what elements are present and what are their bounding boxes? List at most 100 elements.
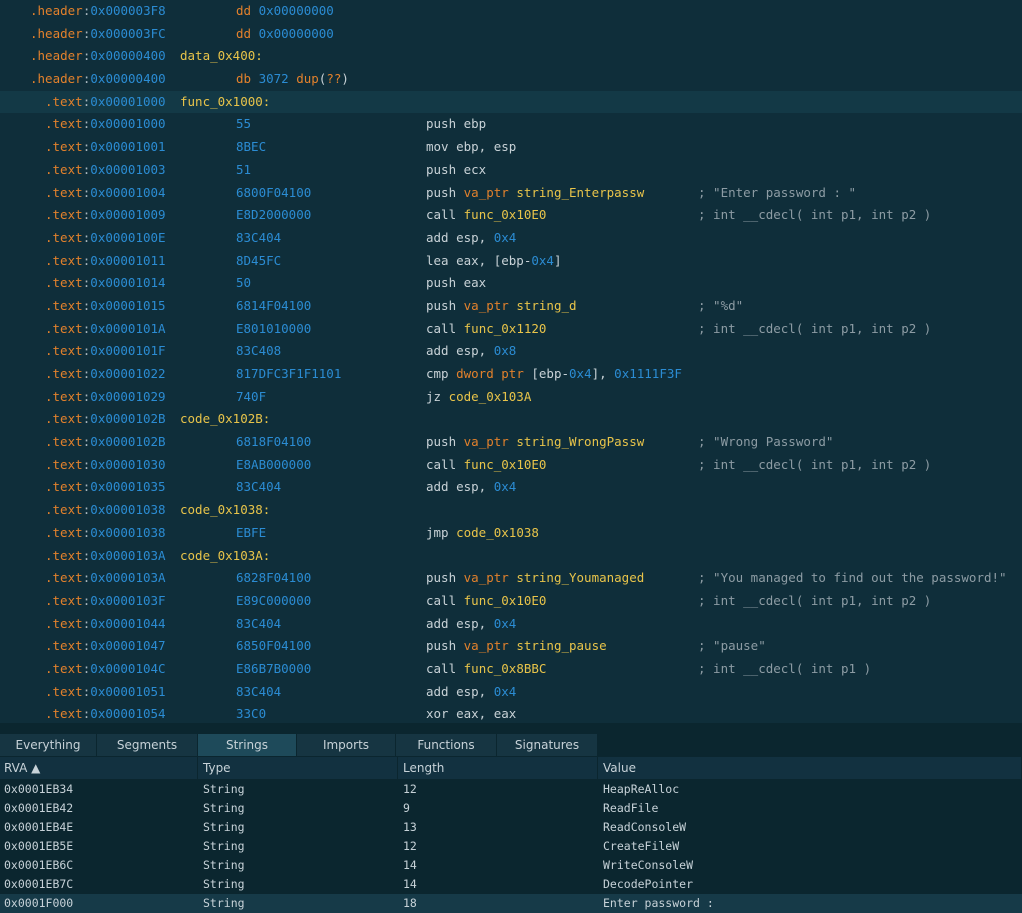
instruction[interactable]: push ecx	[426, 159, 486, 182]
address[interactable]: 0x00001011	[90, 250, 165, 273]
instruction[interactable]: dd 0x00000000	[236, 23, 334, 46]
table-row[interactable]: 0x0001EB7C String 14 DecodePointer	[0, 875, 1022, 894]
column-rva[interactable]: RVA ▲	[0, 757, 198, 779]
disasm-line[interactable]: .text:0x00001014 50 push eax	[0, 272, 1022, 295]
disasm-line[interactable]: .text:0x00001000 55 push ebp	[0, 113, 1022, 136]
disasm-line[interactable]: .header:0x000003F8 dd 0x00000000	[0, 0, 1022, 23]
tab-imports[interactable]: Imports	[297, 734, 396, 756]
instruction[interactable]: push ebp	[426, 113, 486, 136]
address[interactable]: 0x00001003	[90, 159, 165, 182]
address[interactable]: 0x0000103A	[90, 545, 165, 568]
code-label[interactable]: func_0x1000:	[180, 91, 270, 114]
address[interactable]: 0x0000100E	[90, 227, 165, 250]
instruction[interactable]: mov ebp, esp	[426, 136, 516, 159]
instruction[interactable]: push va_ptr string_WrongPassw	[426, 431, 644, 454]
table-row[interactable]: 0x0001EB6C String 14 WriteConsoleW	[0, 856, 1022, 875]
address[interactable]: 0x000003F8	[90, 0, 165, 23]
disasm-line[interactable]: .text:0x0000102B code_0x102B:	[0, 408, 1022, 431]
instruction[interactable]: call func_0x10E0	[426, 454, 546, 477]
disasm-line[interactable]: .text:0x00001038 code_0x1038:	[0, 499, 1022, 522]
disasm-line[interactable]: .text:0x0000104C E86B7B0000 call func_0x8B…	[0, 658, 1022, 681]
column-length[interactable]: Length	[399, 757, 598, 779]
instruction[interactable]: call func_0x10E0	[426, 204, 546, 227]
address[interactable]: 0x0000102B	[90, 408, 165, 431]
address[interactable]: 0x0000104C	[90, 658, 165, 681]
instruction[interactable]: cmp dword ptr [ebp-0x4], 0x1111F3F	[426, 363, 682, 386]
address[interactable]: 0x000003FC	[90, 23, 165, 46]
disasm-line[interactable]: .text:0x0000103F E89C000000 call func_0x10…	[0, 590, 1022, 613]
disasm-line[interactable]: .header:0x000003FC dd 0x00000000	[0, 23, 1022, 46]
disasm-line[interactable]: .text:0x00001035 83C404 add esp, 0x4	[0, 476, 1022, 499]
address[interactable]: 0x00001051	[90, 681, 165, 704]
disasm-line[interactable]: .text:0x00001003 51 push ecx	[0, 159, 1022, 182]
code-label[interactable]: code_0x102B:	[180, 408, 270, 431]
instruction[interactable]: push va_ptr string_Youmanaged	[426, 567, 644, 590]
column-value[interactable]: Value	[599, 757, 1022, 779]
disasm-line[interactable]: .text:0x00001054 33C0 xor eax, eax	[0, 703, 1022, 723]
address[interactable]: 0x00001038	[90, 522, 165, 545]
address[interactable]: 0x00001004	[90, 182, 165, 205]
table-row[interactable]: 0x0001EB5E String 12 CreateFileW	[0, 837, 1022, 856]
code-label[interactable]: data_0x400:	[180, 45, 263, 68]
address[interactable]: 0x00001029	[90, 386, 165, 409]
address[interactable]: 0x00001009	[90, 204, 165, 227]
address[interactable]: 0x0000103A	[90, 567, 165, 590]
instruction[interactable]: add esp, 0x4	[426, 681, 516, 704]
address[interactable]: 0x00001001	[90, 136, 165, 159]
address[interactable]: 0x0000101A	[90, 318, 165, 341]
address[interactable]: 0x00001047	[90, 635, 165, 658]
disasm-line[interactable]: .header:0x00000400 data_0x400:	[0, 45, 1022, 68]
address[interactable]: 0x00001015	[90, 295, 165, 318]
instruction[interactable]: call func_0x10E0	[426, 590, 546, 613]
tab-functions[interactable]: Functions	[396, 734, 497, 756]
table-row[interactable]: 0x0001EB42 String 9 ReadFile	[0, 799, 1022, 818]
instruction[interactable]: push va_ptr string_d	[426, 295, 577, 318]
disasm-line[interactable]: .text:0x0000103A code_0x103A:	[0, 545, 1022, 568]
disasm-line[interactable]: .text:0x00001030 E8AB000000 call func_0x10…	[0, 454, 1022, 477]
disasm-line[interactable]: .text:0x00001022 817DFC3F1F1101 cmp dword …	[0, 363, 1022, 386]
disasm-line[interactable]: .text:0x00001001 8BEC mov ebp, esp	[0, 136, 1022, 159]
address[interactable]: 0x00000400	[90, 68, 165, 91]
disassembly-view[interactable]: .header:0x000003F8 dd 0x00000000 .header:0…	[0, 0, 1022, 723]
address[interactable]: 0x00001044	[90, 613, 165, 636]
instruction[interactable]: call func_0x1120	[426, 318, 546, 341]
instruction[interactable]: add esp, 0x8	[426, 340, 516, 363]
disasm-line[interactable]: .text:0x0000101A E801010000 call func_0x11…	[0, 318, 1022, 341]
address[interactable]: 0x00001038	[90, 499, 165, 522]
tab-segments[interactable]: Segments	[97, 734, 198, 756]
address[interactable]: 0x0000102B	[90, 431, 165, 454]
instruction[interactable]: xor eax, eax	[426, 703, 516, 723]
table-row[interactable]: 0x0001F000 String 18 Enter password :	[0, 894, 1022, 913]
instruction[interactable]: jmp code_0x1038	[426, 522, 539, 545]
instruction[interactable]: db 3072 dup(??)	[236, 68, 349, 91]
tab-everything[interactable]: Everything	[0, 734, 97, 756]
disasm-line[interactable]: .text:0x00001038 EBFE jmp code_0x1038	[0, 522, 1022, 545]
column-type[interactable]: Type	[199, 757, 398, 779]
disasm-line[interactable]: .text:0x00001047 6850F04100 push va_ptr st…	[0, 635, 1022, 658]
disasm-line[interactable]: .text:0x00001009 E8D2000000 call func_0x10…	[0, 204, 1022, 227]
disasm-line[interactable]: .text:0x00001015 6814F04100 push va_ptr st…	[0, 295, 1022, 318]
disasm-line[interactable]: .header:0x00000400 db 3072 dup(??)	[0, 68, 1022, 91]
table-row[interactable]: 0x0001EB34 String 12 HeapReAlloc	[0, 780, 1022, 799]
table-row[interactable]: 0x0001EB4E String 13 ReadConsoleW	[0, 818, 1022, 837]
instruction[interactable]: call func_0x8BBC	[426, 658, 546, 681]
disasm-line[interactable]: .text:0x00001051 83C404 add esp, 0x4	[0, 681, 1022, 704]
disasm-line[interactable]: .text:0x00001000 func_0x1000:	[0, 90, 1022, 114]
instruction[interactable]: jz code_0x103A	[426, 386, 531, 409]
instruction[interactable]: push va_ptr string_Enterpassw	[426, 182, 644, 205]
strings-table[interactable]: 0x0001EB34 String 12 HeapReAlloc 0x0001EB42 S…	[0, 780, 1022, 913]
instruction[interactable]: lea eax, [ebp-0x4]	[426, 250, 561, 273]
address[interactable]: 0x00001030	[90, 454, 165, 477]
tab-signatures[interactable]: Signatures	[497, 734, 598, 756]
instruction[interactable]: add esp, 0x4	[426, 613, 516, 636]
instruction[interactable]: push va_ptr string_pause	[426, 635, 607, 658]
address[interactable]: 0x00000400	[90, 45, 165, 68]
instruction[interactable]: add esp, 0x4	[426, 476, 516, 499]
disasm-line[interactable]: .text:0x00001029 740F jz code_0x103A	[0, 386, 1022, 409]
instruction[interactable]: add esp, 0x4	[426, 227, 516, 250]
code-label[interactable]: code_0x103A:	[180, 545, 270, 568]
disasm-line[interactable]: .text:0x0000102B 6818F04100 push va_ptr st…	[0, 431, 1022, 454]
address[interactable]: 0x00001054	[90, 703, 165, 723]
address[interactable]: 0x0000101F	[90, 340, 165, 363]
address[interactable]: 0x00001000	[90, 113, 165, 136]
